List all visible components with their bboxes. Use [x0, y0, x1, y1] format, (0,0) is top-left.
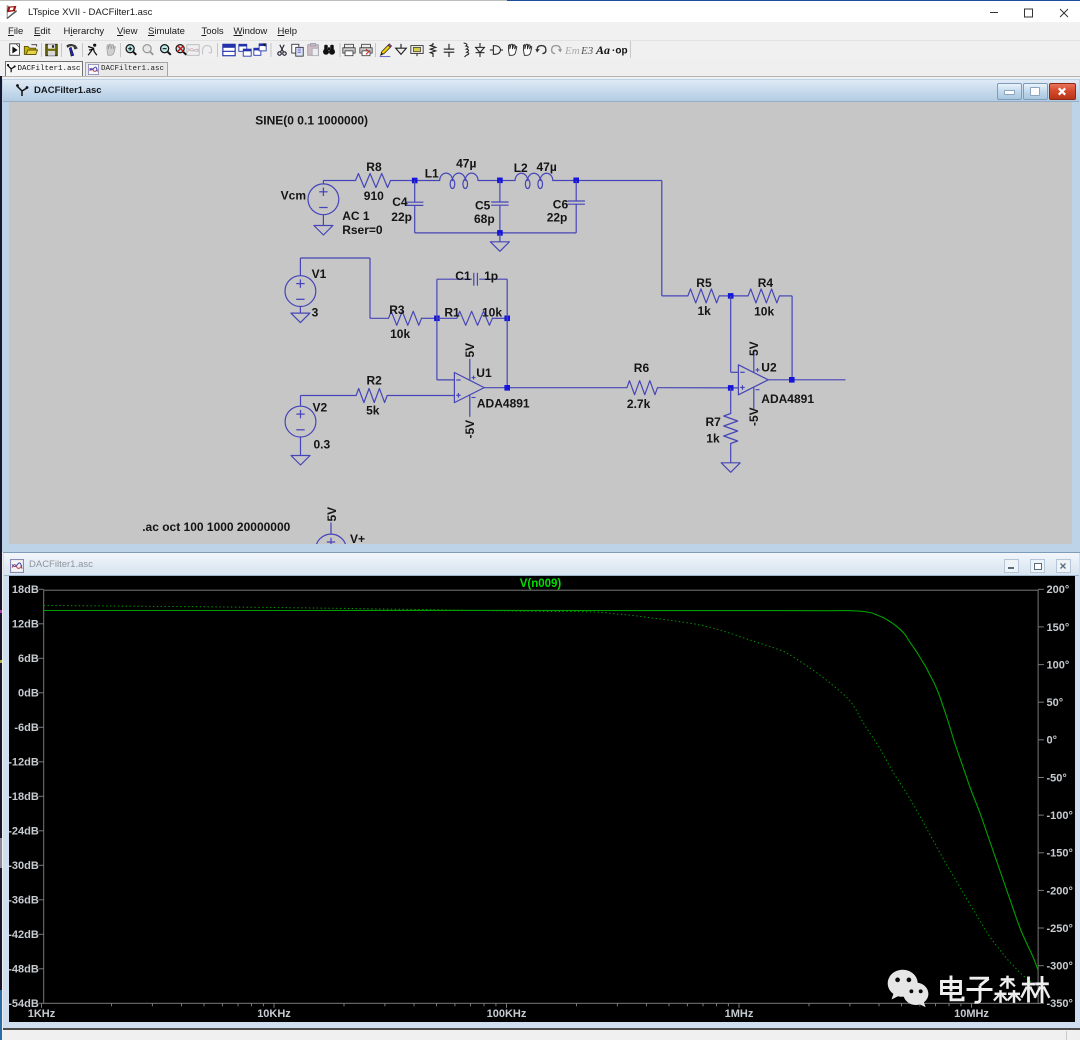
svg-text:10k: 10k [390, 327, 410, 341]
svg-text:R3: R3 [389, 303, 405, 317]
svg-text:Vcm: Vcm [281, 188, 306, 202]
svg-text:22p: 22p [391, 210, 412, 224]
svg-text:0°: 0° [1047, 735, 1058, 747]
svg-text:.ac oct 100 1000 20000000: .ac oct 100 1000 20000000 [142, 520, 290, 534]
svg-text:Rser=0: Rser=0 [342, 223, 383, 237]
svg-text:R1: R1 [444, 306, 460, 320]
svg-text:-350°: -350° [1047, 998, 1073, 1010]
svg-text:-250°: -250° [1047, 923, 1073, 935]
svg-text:2.7k: 2.7k [627, 397, 651, 411]
svg-text:·op: ·op [612, 46, 628, 57]
svg-text:22p: 22p [547, 211, 568, 225]
svg-text:1k: 1k [698, 304, 712, 318]
svg-text:ADA4891: ADA4891 [477, 397, 530, 411]
svg-text:V1: V1 [312, 267, 327, 281]
svg-text:3: 3 [312, 306, 319, 320]
svg-text:47µ: 47µ [456, 157, 476, 171]
svg-text:-24dB: -24dB [9, 826, 39, 838]
svg-text:E3: E3 [580, 45, 594, 57]
svg-text:V2: V2 [313, 401, 328, 415]
svg-text:R5: R5 [696, 276, 712, 290]
svg-text:R4: R4 [758, 276, 774, 290]
svg-text:5V: 5V [747, 341, 761, 356]
svg-text:R7: R7 [706, 415, 722, 429]
svg-text:V+: V+ [350, 532, 365, 544]
svg-text:68p: 68p [474, 212, 495, 226]
svg-text:-18dB: -18dB [9, 791, 39, 803]
svg-text:10KHz: 10KHz [257, 1008, 291, 1020]
svg-text:-200°: -200° [1047, 885, 1073, 897]
svg-text:910: 910 [364, 189, 384, 203]
svg-text:100KHz: 100KHz [487, 1008, 527, 1020]
svg-text:-100°: -100° [1047, 810, 1073, 822]
svg-text:Em: Em [564, 45, 580, 57]
svg-text:50°: 50° [1047, 697, 1064, 709]
svg-text:5k: 5k [366, 404, 380, 418]
svg-text:-50°: -50° [1047, 772, 1067, 784]
svg-text:-42dB: -42dB [9, 929, 39, 941]
svg-text:150°: 150° [1047, 622, 1070, 634]
svg-text:L1: L1 [425, 167, 439, 181]
svg-text:1KHz: 1KHz [28, 1008, 56, 1020]
svg-text:L2: L2 [514, 161, 528, 175]
svg-text:-150°: -150° [1047, 848, 1073, 860]
svg-text:10k: 10k [754, 305, 774, 319]
svg-text:-30dB: -30dB [9, 860, 39, 872]
svg-text:-36dB: -36dB [9, 895, 39, 907]
svg-text:200°: 200° [1047, 584, 1070, 596]
svg-text:100°: 100° [1047, 660, 1070, 672]
svg-text:AC 1: AC 1 [342, 209, 370, 223]
svg-text:-300°: -300° [1047, 961, 1073, 973]
svg-text:12dB: 12dB [12, 619, 39, 631]
svg-text:-48dB: -48dB [9, 964, 39, 976]
svg-text:C5: C5 [475, 199, 491, 213]
svg-text:0.3: 0.3 [314, 438, 331, 452]
svg-text:-12dB: -12dB [9, 757, 39, 769]
svg-text:ADA4891: ADA4891 [761, 392, 814, 406]
svg-text:-5V: -5V [463, 420, 477, 439]
svg-text:-6dB: -6dB [14, 722, 39, 734]
svg-text:18dB: 18dB [12, 584, 39, 596]
svg-text:U1: U1 [476, 366, 492, 380]
svg-text:1k: 1k [706, 432, 720, 446]
svg-text:C1: C1 [455, 269, 471, 283]
svg-text:1p: 1p [484, 269, 498, 283]
svg-text:47µ: 47µ [537, 160, 557, 174]
svg-text:U2: U2 [761, 361, 777, 375]
svg-text:10MHz: 10MHz [954, 1008, 989, 1020]
svg-text:V(n009): V(n009) [520, 578, 562, 590]
svg-text:5V: 5V [463, 343, 477, 358]
svg-text:R8: R8 [366, 160, 382, 174]
svg-text:R6: R6 [634, 361, 650, 375]
svg-text:10k: 10k [482, 306, 502, 320]
svg-text:6dB: 6dB [18, 653, 39, 665]
svg-text:SINE(0 0.1 1000000): SINE(0 0.1 1000000) [255, 114, 368, 128]
svg-text:0dB: 0dB [18, 688, 39, 700]
svg-text:1MHz: 1MHz [725, 1008, 754, 1020]
svg-text:Aa: Aa [595, 43, 610, 57]
svg-text:5V: 5V [325, 507, 339, 522]
svg-text:-5V: -5V [747, 407, 761, 426]
svg-text:C6: C6 [553, 198, 569, 212]
svg-text:R2: R2 [367, 374, 383, 388]
svg-text:C4: C4 [392, 195, 408, 209]
